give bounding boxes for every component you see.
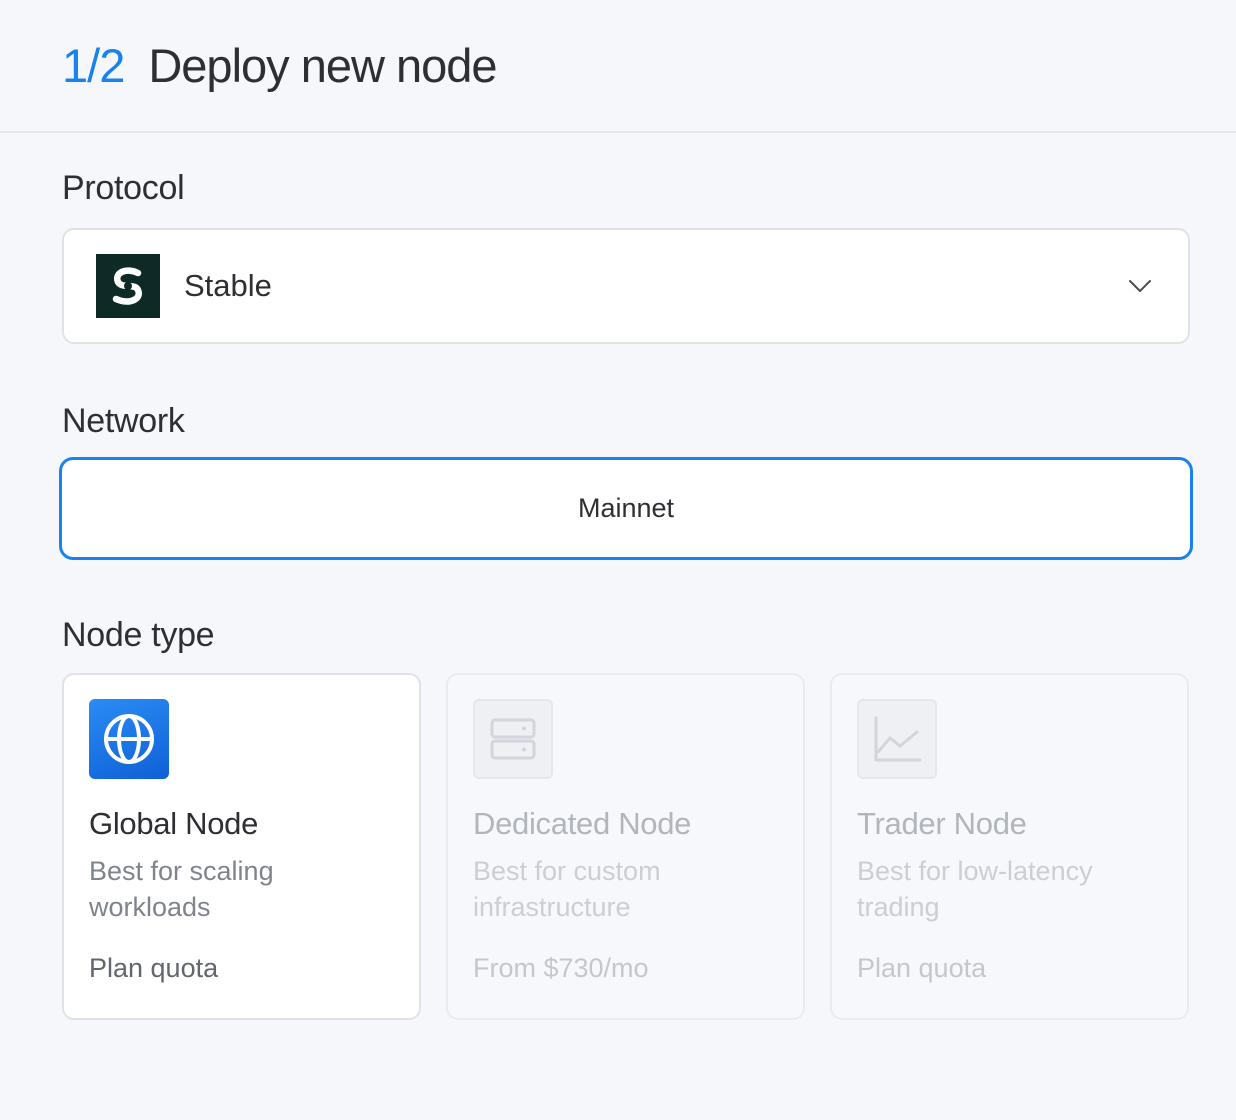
stable-logo-icon: [96, 254, 160, 318]
node-card-price: From $730/mo: [473, 953, 649, 983]
node-card-dedicated[interactable]: Dedicated Node Best for custom infrastru…: [446, 673, 805, 1020]
protocol-select[interactable]: Stable: [62, 228, 1190, 344]
chevron-down-icon: [1129, 280, 1151, 292]
node-card-title: Dedicated Node: [473, 806, 692, 841]
node-type-options: Global Node Best for scaling workloads P…: [62, 673, 1190, 1020]
node-card-price: Plan quota: [857, 953, 987, 983]
page-header: 1/2 Deploy new node: [0, 0, 1236, 133]
server-icon: [473, 699, 553, 779]
network-option-mainnet[interactable]: Mainnet: [59, 457, 1193, 560]
network-option-label: Mainnet: [577, 493, 675, 523]
node-card-title: Trader Node: [857, 806, 1027, 841]
node-card-global[interactable]: Global Node Best for scaling workloads P…: [62, 673, 421, 1020]
step-indicator: 1/2: [62, 39, 125, 92]
node-card-description: Best for low-latency trading: [857, 856, 1093, 922]
chart-line-icon: [857, 699, 937, 779]
node-type-label: Node type: [62, 616, 215, 654]
page-title-text: Deploy new node: [148, 39, 497, 92]
node-card-price: Plan quota: [89, 953, 219, 983]
node-card-title: Global Node: [89, 806, 259, 841]
node-card-description: Best for scaling workloads: [89, 856, 274, 922]
network-label: Network: [62, 402, 185, 440]
deploy-form: Protocol Stable Network Mainnet Node typ…: [0, 169, 1236, 1020]
node-card-trader[interactable]: Trader Node Best for low-latency trading…: [830, 673, 1189, 1020]
node-card-description: Best for custom infrastructure: [473, 856, 661, 922]
protocol-label: Protocol: [62, 169, 185, 207]
page-title: 1/2 Deploy new node: [62, 38, 498, 93]
globe-icon: [89, 699, 169, 779]
protocol-selected-value: Stable: [184, 268, 272, 303]
